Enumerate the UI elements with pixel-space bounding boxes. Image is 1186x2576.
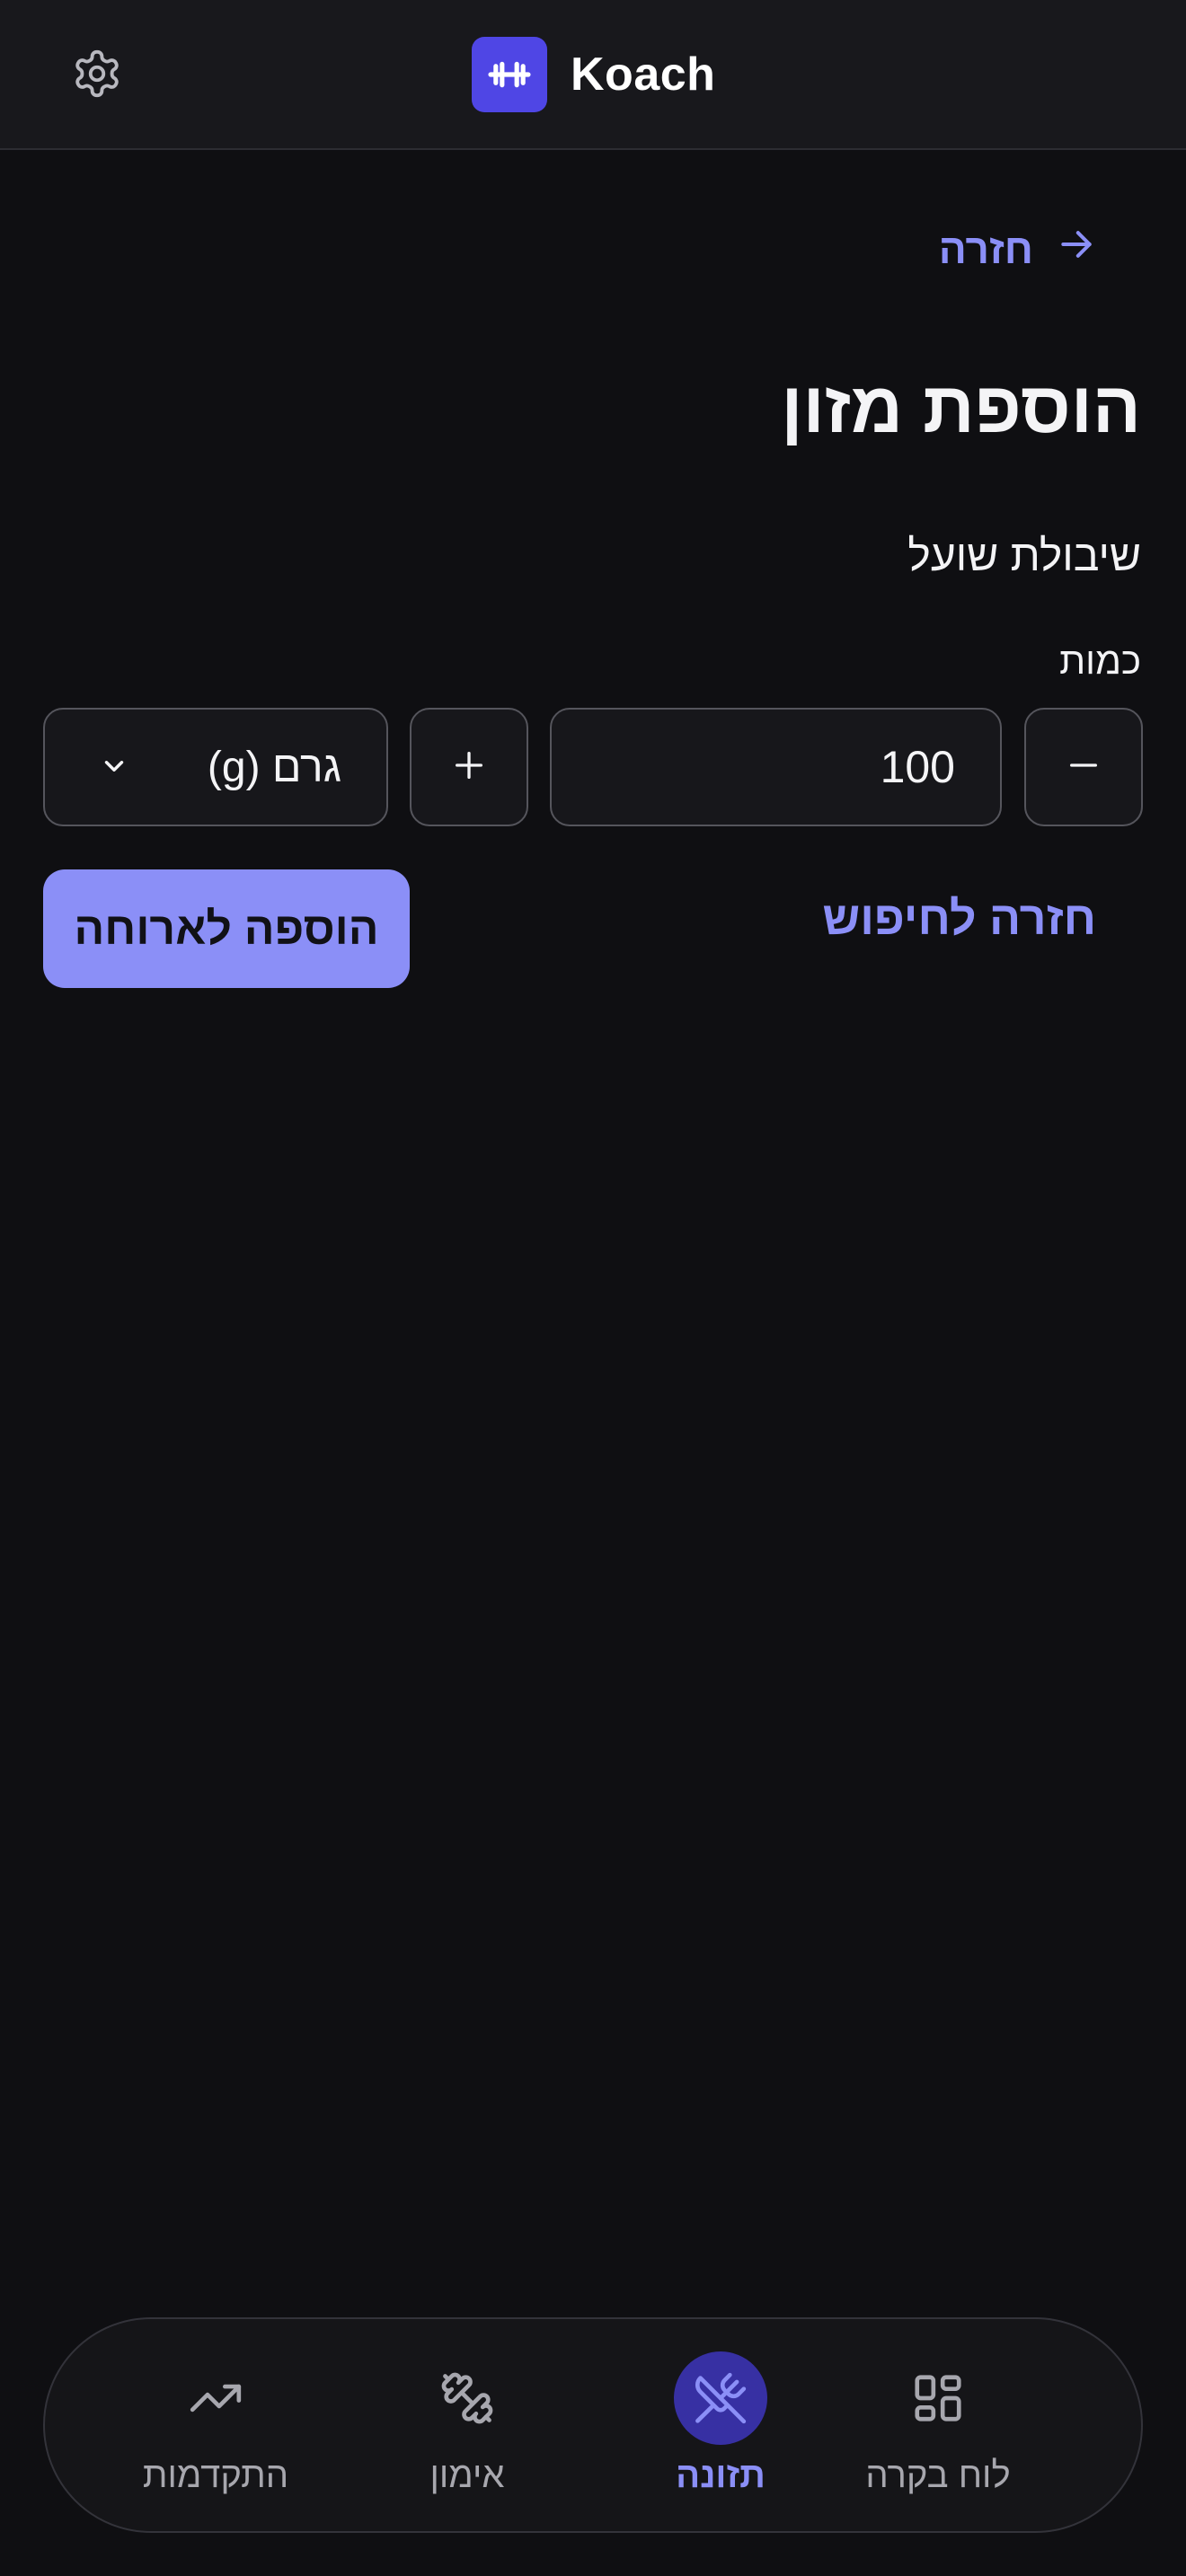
arrow-right-icon bbox=[1057, 225, 1096, 274]
increase-quantity-button[interactable] bbox=[410, 708, 528, 826]
plus-icon bbox=[451, 747, 487, 788]
quantity-value: 100 bbox=[880, 742, 955, 792]
quantity-label: כמות bbox=[1059, 640, 1141, 682]
page-title: הוספת מזון bbox=[781, 367, 1141, 447]
trending-up-icon bbox=[169, 2351, 262, 2445]
quantity-input[interactable]: 100 bbox=[550, 708, 1002, 826]
decrease-quantity-button[interactable] bbox=[1024, 708, 1143, 826]
back-button[interactable]: חזרה bbox=[939, 220, 1096, 278]
nav-item-progress[interactable]: התקדמות bbox=[99, 2319, 332, 2535]
nav-label: התקדמות bbox=[142, 2456, 289, 2495]
nav-label: לוח בקרה bbox=[865, 2456, 1011, 2495]
nav-item-workout[interactable]: אימון bbox=[350, 2319, 584, 2535]
unit-selected-value: גרם (g) bbox=[207, 743, 341, 791]
bottom-navigation: לוח בקרה תזונה אימון התקדמות bbox=[43, 2317, 1143, 2533]
back-to-search-button[interactable]: חזרה לחיפוש bbox=[822, 892, 1096, 946]
add-to-meal-button[interactable]: הוספה לארוחה bbox=[43, 869, 410, 988]
minus-icon bbox=[1066, 747, 1102, 788]
nav-item-nutrition[interactable]: תזונה bbox=[604, 2319, 837, 2535]
unit-select[interactable]: גרם (g) bbox=[43, 708, 388, 826]
chevron-down-icon bbox=[99, 743, 129, 792]
food-name: שיבולת שועל bbox=[907, 533, 1141, 580]
nav-item-dashboard[interactable]: לוח בקרה bbox=[821, 2319, 1055, 2535]
back-label: חזרה bbox=[938, 225, 1033, 272]
dumbbell-icon bbox=[472, 37, 547, 112]
fork-knife-icon bbox=[674, 2351, 767, 2445]
app-name: Koach bbox=[571, 49, 716, 101]
dumbbell-icon bbox=[420, 2351, 514, 2445]
gear-icon bbox=[71, 48, 123, 104]
settings-button[interactable] bbox=[63, 47, 131, 104]
app-brand: Koach bbox=[472, 37, 715, 112]
top-app-bar: Koach bbox=[0, 0, 1186, 150]
nav-label: אימון bbox=[429, 2456, 505, 2495]
nav-label: תזונה bbox=[676, 2456, 766, 2495]
dashboard-grid-icon bbox=[891, 2351, 985, 2445]
